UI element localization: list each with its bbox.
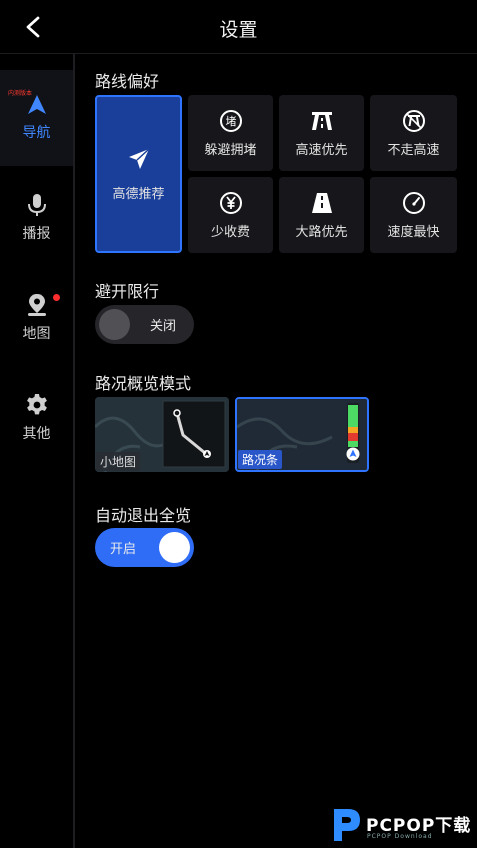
overview-mode-traffic-bar[interactable]: 路况条 (235, 397, 369, 472)
pcpop-logo-icon (334, 809, 360, 841)
sidebar-item-navigation[interactable]: 内测版本 导航 (0, 70, 73, 166)
restriction-title: 避开限行 (95, 282, 160, 301)
overview-mode-minimap[interactable]: 小地图 (95, 397, 229, 472)
overview-mode-label: 小地图 (96, 452, 141, 471)
overview-mode-label: 路况条 (238, 450, 283, 469)
auto-exit-title: 自动退出全览 (95, 506, 192, 525)
microphone-icon (27, 194, 46, 216)
overview-title: 路况概览模式 (95, 374, 192, 393)
sidebar-item-other[interactable]: 其他 (0, 370, 73, 466)
route-option-label: 少收费 (210, 224, 250, 240)
notification-dot (53, 294, 60, 301)
sidebar-item-label: 地图 (22, 326, 51, 342)
restriction-toggle[interactable]: 关闭 (95, 305, 194, 344)
toggle-label: 关闭 (150, 319, 177, 334)
paper-plane-icon (128, 147, 150, 169)
header-bar: 设置 (0, 0, 477, 54)
svg-text:堵: 堵 (225, 114, 236, 128)
sidebar-item-label: 播报 (22, 226, 51, 242)
sidebar-item-label: 其他 (22, 426, 51, 442)
route-option-label: 躲避拥堵 (204, 142, 257, 158)
route-option-highway-first[interactable]: 高速优先 (279, 95, 364, 171)
route-option-label: 不走高速 (387, 142, 440, 158)
pcpop-watermark: PCPOP下载 PCPOP Download (330, 805, 475, 845)
no-highway-icon (402, 109, 425, 132)
route-option-label: 速度最快 (387, 224, 440, 240)
route-option-label: 高速优先 (295, 142, 348, 158)
route-option-less-toll[interactable]: 少收费 (188, 177, 273, 253)
beta-tag: 内测版本 (8, 90, 33, 97)
auto-exit-toggle[interactable]: 开启 (95, 528, 194, 567)
route-option-label: 高德推荐 (112, 186, 165, 202)
map-pin-icon (27, 294, 46, 316)
main-road-icon (311, 192, 332, 213)
gear-icon (26, 394, 47, 415)
sidebar-item-broadcast[interactable]: 播报 (0, 170, 73, 266)
route-pref-title: 路线偏好 (95, 72, 160, 91)
navigation-arrow-icon (27, 95, 46, 114)
toggle-knob (99, 309, 130, 340)
page-title: 设置 (219, 19, 258, 41)
toggle-knob (159, 532, 190, 563)
route-option-recommended[interactable]: 高德推荐 (95, 95, 182, 253)
route-option-no-highway[interactable]: 不走高速 (370, 95, 457, 171)
toggle-label: 开启 (110, 542, 137, 557)
sidebar-item-label: 导航 (22, 125, 51, 141)
watermark-sub: PCPOP Download (367, 833, 433, 840)
route-option-main-road[interactable]: 大路优先 (279, 177, 364, 253)
route-option-label: 大路优先 (295, 224, 348, 240)
sidebar-item-map[interactable]: 地图 (0, 270, 73, 366)
yuan-coin-icon (219, 191, 242, 214)
highway-icon (311, 111, 332, 130)
route-option-avoid-congestion[interactable]: 堵 躲避拥堵 (188, 95, 273, 171)
speedometer-icon (402, 191, 425, 214)
sidebar: 内测版本 导航 播报 地图 其他 (0, 54, 75, 848)
route-option-fastest[interactable]: 速度最快 (370, 177, 457, 253)
avoid-congestion-icon: 堵 (219, 109, 242, 132)
